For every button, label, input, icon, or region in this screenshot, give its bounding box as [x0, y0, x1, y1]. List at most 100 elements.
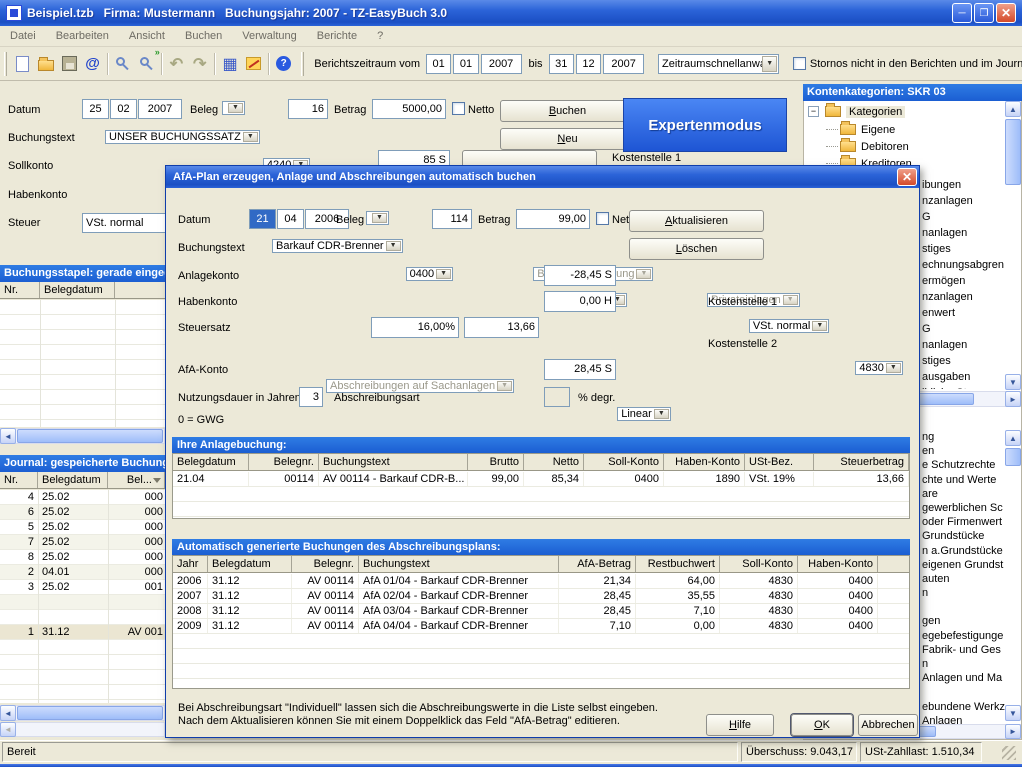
anlage-row[interactable]: 21.0400114AV 00114 - Barkauf CDR-B...99,…: [173, 472, 909, 487]
journal-row[interactable]: 131.12AV 001: [0, 625, 165, 640]
journal-row[interactable]: 204.01000: [0, 565, 165, 580]
betrag-field[interactable]: 5000,00: [372, 99, 446, 119]
buchen-button[interactable]: Buchen: [500, 100, 635, 122]
column-header[interactable]: Jahr: [173, 556, 208, 572]
ok-button[interactable]: OK: [791, 714, 853, 736]
minimize-button[interactable]: ─: [952, 3, 972, 23]
period-to-month[interactable]: 12: [576, 54, 601, 74]
column-header[interactable]: USt-Bez.: [745, 454, 814, 470]
beleg-dropdown[interactable]: ▼: [222, 101, 245, 115]
column-header[interactable]: Belegdatum: [173, 454, 249, 470]
journal-row[interactable]: 525.02000: [0, 520, 165, 535]
journal-row[interactable]: 325.02001: [0, 580, 165, 595]
journal-row[interactable]: 825.02000: [0, 550, 165, 565]
help-icon[interactable]: ?: [272, 52, 295, 76]
plan-row[interactable]: 200631.12AV 00114AfA 01/04 - Barkauf CDR…: [173, 574, 909, 589]
expertenmodus-button[interactable]: Expertenmodus: [623, 98, 787, 152]
menu-item[interactable]: ?: [367, 27, 393, 45]
scroll-up-icon[interactable]: ▲: [1005, 430, 1021, 446]
resize-grip[interactable]: [1002, 746, 1016, 760]
chevron-down-icon[interactable]: ▼: [762, 56, 777, 72]
scrollbar-thumb[interactable]: [17, 429, 163, 443]
chevron-down-icon[interactable]: ▼: [228, 103, 243, 113]
menu-item[interactable]: Ansicht: [119, 27, 175, 45]
column-header[interactable]: Nr.: [0, 472, 38, 488]
scrollbar-thumb[interactable]: [1005, 448, 1021, 466]
column-header[interactable]: Belegnr.: [292, 556, 359, 572]
search-icon[interactable]: [111, 52, 134, 76]
scrollbar-thumb[interactable]: [1005, 119, 1021, 185]
beleg-number-field[interactable]: 16: [288, 99, 328, 119]
column-header[interactable]: Soll-Konto: [720, 556, 798, 572]
chevron-down-icon[interactable]: ▼: [654, 409, 669, 419]
journal-row[interactable]: 425.02000: [0, 490, 165, 505]
aktualisieren-button[interactable]: Aktualisieren: [629, 210, 764, 232]
hilfe-button[interactable]: Hilfe: [706, 714, 774, 736]
scroll-right-icon[interactable]: ►: [1005, 724, 1021, 739]
abbrechen-button[interactable]: Abbrechen: [858, 714, 918, 736]
journal-row[interactable]: 725.02000: [0, 535, 165, 550]
buchungstext-field[interactable]: UNSER BUCHUNGSSATZ▼: [105, 130, 260, 144]
dlg-datum-month-field[interactable]: 04: [277, 209, 304, 229]
column-header[interactable]: Nr.: [0, 282, 40, 298]
datum-year-field[interactable]: 2007: [138, 99, 182, 119]
toolbar-grip[interactable]: [301, 52, 304, 76]
datum-day-field[interactable]: 25: [82, 99, 109, 119]
neu-button[interactable]: Neu: [500, 128, 635, 150]
column-header[interactable]: Buchungstext: [359, 556, 559, 572]
chevron-down-icon[interactable]: ▼: [812, 321, 827, 331]
period-to-year[interactable]: 2007: [603, 54, 644, 74]
scroll-down-icon[interactable]: ▼: [1005, 374, 1021, 390]
steuersatz-dropdown[interactable]: VSt. normal▼: [749, 319, 829, 333]
menu-item[interactable]: Buchen: [175, 27, 232, 45]
edit-note-icon[interactable]: [242, 52, 265, 76]
column-header[interactable]: Haben-Konto: [664, 454, 745, 470]
menu-item[interactable]: Bearbeiten: [46, 27, 119, 45]
menu-item[interactable]: Berichte: [307, 27, 367, 45]
column-header[interactable]: Belegdatum: [208, 556, 292, 572]
period-to-day[interactable]: 31: [549, 54, 574, 74]
scroll-left-icon[interactable]: ◄: [0, 722, 16, 737]
journal-row[interactable]: [0, 595, 165, 610]
undo-icon[interactable]: ↶: [165, 52, 188, 76]
maximize-button[interactable]: ❐: [974, 3, 994, 23]
column-header[interactable]: Netto: [524, 454, 584, 470]
period-from-year[interactable]: 2007: [481, 54, 522, 74]
scroll-up-icon[interactable]: ▲: [1005, 101, 1021, 117]
search-go-icon[interactable]: »: [135, 52, 158, 76]
stack-table-body[interactable]: [0, 300, 165, 427]
loeschen-button[interactable]: Löschen: [629, 238, 764, 260]
chevron-down-icon[interactable]: ▼: [436, 269, 451, 279]
datum-month-field[interactable]: 02: [110, 99, 137, 119]
journal-hscrollbar-2[interactable]: [0, 722, 165, 737]
period-from-month[interactable]: 01: [453, 54, 478, 74]
period-from-day[interactable]: 01: [426, 54, 451, 74]
open-file-icon[interactable]: [34, 52, 57, 76]
close-button[interactable]: ✕: [996, 3, 1016, 23]
column-header[interactable]: Belegdatum: [38, 472, 108, 488]
column-header[interactable]: Belegnr.: [249, 454, 319, 470]
plan-row[interactable]: 200831.12AV 00114AfA 03/04 - Barkauf CDR…: [173, 604, 909, 619]
column-header[interactable]: Brutto: [468, 454, 524, 470]
new-file-icon[interactable]: [11, 52, 34, 76]
stornos-checkbox[interactable]: [793, 57, 806, 70]
tree-item-debitoren[interactable]: Debitoren: [826, 138, 909, 155]
scroll-right-icon[interactable]: ►: [1005, 391, 1021, 407]
chevron-down-icon[interactable]: ▼: [386, 241, 401, 251]
tree-item-eigene[interactable]: Eigene: [826, 121, 895, 138]
column-header[interactable]: Restbuchwert: [636, 556, 720, 572]
scroll-down-icon[interactable]: ▼: [1005, 705, 1021, 721]
toolbar-grip[interactable]: [4, 52, 7, 76]
dlg-betrag-field[interactable]: 99,00: [516, 209, 590, 229]
plan-row[interactable]: 200931.12AV 00114AfA 04/04 - Barkauf CDR…: [173, 619, 909, 634]
redo-icon[interactable]: ↷: [188, 52, 211, 76]
column-header[interactable]: Haben-Konto: [798, 556, 878, 572]
chevron-down-icon[interactable]: ▼: [886, 363, 901, 373]
plan-row[interactable]: 200731.12AV 00114AfA 02/04 - Barkauf CDR…: [173, 589, 909, 604]
journal-row[interactable]: 625.02000: [0, 505, 165, 520]
dialog-close-button[interactable]: ✕: [897, 168, 917, 186]
dlg-netto-checkbox[interactable]: [596, 212, 609, 225]
dlg-buchungstext-field[interactable]: Barkauf CDR-Brenner▼: [272, 239, 403, 253]
anlagekonto-dropdown[interactable]: 0400▼: [406, 267, 453, 281]
menu-item[interactable]: Datei: [0, 27, 46, 45]
